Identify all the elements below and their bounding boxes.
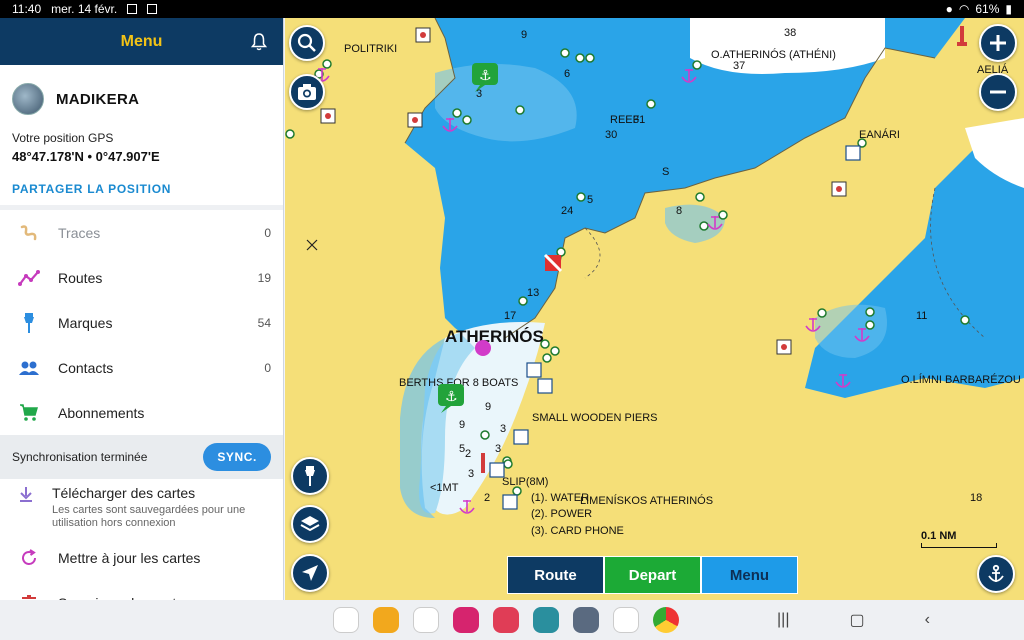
depart-button[interactable]: Depart [604,556,701,594]
camera-icon [298,84,316,100]
menu-item-label: Traces [58,224,101,241]
scale-bar [921,543,997,548]
sync-row: Synchronisation terminée SYNC. [0,435,283,479]
menu-item-traces[interactable]: Traces 0 [0,210,283,255]
cart-icon [18,402,40,424]
apps-folder-icon[interactable] [333,607,359,633]
app-drawer-icon[interactable] [573,607,599,633]
avatar[interactable] [12,83,44,115]
menu-title: Menu [120,32,163,50]
scale-label: 0.1 NM [921,530,957,542]
menu-item-contacts[interactable]: Contacts 0 [0,345,283,390]
refresh-icon [18,547,40,569]
bottom-tabs: Route Depart Menu [507,556,798,594]
anchor-icon [988,564,1004,582]
menu-item-count: 54 [257,315,271,330]
navigation-arrow-icon [302,565,318,581]
bell-icon[interactable] [251,33,267,51]
sync-button[interactable]: SYNC. [203,443,271,471]
download-title: Télécharger des cartes [52,485,196,501]
profile-section: MADIKERA Votre position GPS 48°47.178'N … [0,65,283,205]
share-position-link[interactable]: PARTAGER LA POSITION [12,182,271,196]
location-icon: ● [945,2,953,16]
search-icon [297,33,316,52]
menu-item-label: Abonnements [58,404,145,421]
status-bar: 11:40 mer. 14 févr. ● ◠ 61% ▮ [0,0,1024,18]
menu-item-download-maps[interactable]: Télécharger des cartes Les cartes sont s… [0,479,283,535]
add-marker-button[interactable] [291,457,329,495]
gps-label: Votre position GPS [12,131,114,145]
app-dock [333,607,679,633]
menu-item-label: Marques [58,314,113,331]
menu-item-label: Mettre à jour les cartes [58,549,201,566]
layers-button[interactable] [291,505,329,543]
status-date: mer. 14 févr. [51,2,118,16]
gps-value: 48°47.178'N • 0°47.907'E [12,149,160,164]
minus-icon [990,90,1006,94]
files-icon[interactable] [373,607,399,633]
chart-symbols: ⚓ ⚓ [285,26,970,514]
contacts-icon [18,357,40,379]
calendar-icon[interactable] [533,607,559,633]
back-icon[interactable]: ‹ [925,611,930,629]
map-app-icon[interactable] [613,607,639,633]
menu-item-label: Contacts [58,359,114,376]
gallery-icon[interactable] [453,607,479,633]
pin-icon [18,312,40,334]
menu-button[interactable]: Menu [701,556,798,594]
download-subtitle: Les cartes sont sauvegardées pour une ut… [52,504,246,529]
svg-text:⚓: ⚓ [479,68,492,84]
home-icon[interactable]: ▢ [849,610,864,630]
menu-item-routes[interactable]: Routes 19 [0,255,283,300]
svg-text:⚓: ⚓ [445,389,458,405]
menu-item-count: 0 [264,360,271,375]
notification-icon [127,4,138,14]
routes-icon [18,267,40,289]
recents-icon[interactable]: ||| [777,611,789,629]
status-time: 11:40 [12,2,42,16]
apps-folder-icon[interactable] [413,607,439,633]
battery-icon: ▮ [1005,2,1012,16]
plus-icon [990,35,1006,51]
menu-item-abonnements[interactable]: Abonnements [0,390,283,435]
battery-level: 61% [975,2,1000,16]
system-nav-bar: ||| ▢ ‹ [0,600,1024,640]
side-menu: Menu MADIKERA Votre position GPS 48°47.1… [0,18,284,611]
chrome-icon[interactable] [653,607,679,633]
nautical-chart[interactable]: POLITRIKI O.ATHERINÓS (ATHÉNI) AELIÁ REE… [285,18,1024,600]
route-button[interactable]: Route [507,556,604,594]
username: MADIKERA [56,90,140,108]
traces-icon [18,222,40,244]
locate-button[interactable] [291,554,329,592]
menu-item-marques[interactable]: Marques 54 [0,300,283,345]
menu-item-update-maps[interactable]: Mettre à jour les cartes [0,535,283,580]
menu-item-label: Routes [58,269,103,286]
menu-item-count: 0 [264,225,271,240]
camera-button[interactable] [289,74,325,110]
pin-icon [305,466,315,486]
search-button[interactable] [289,25,325,61]
menu-header: Menu [0,18,283,65]
camera-app-icon[interactable] [493,607,519,633]
download-icon [18,485,34,535]
zoom-in-button[interactable] [979,24,1017,62]
wifi-icon: ◠ [958,2,970,16]
zoom-out-button[interactable] [979,73,1017,111]
menu-item-count: 19 [257,270,271,285]
anchor-alarm-button[interactable] [977,555,1015,593]
layers-icon [300,516,320,532]
sync-status: Synchronisation terminée [12,450,148,464]
notification-icon [147,4,158,14]
